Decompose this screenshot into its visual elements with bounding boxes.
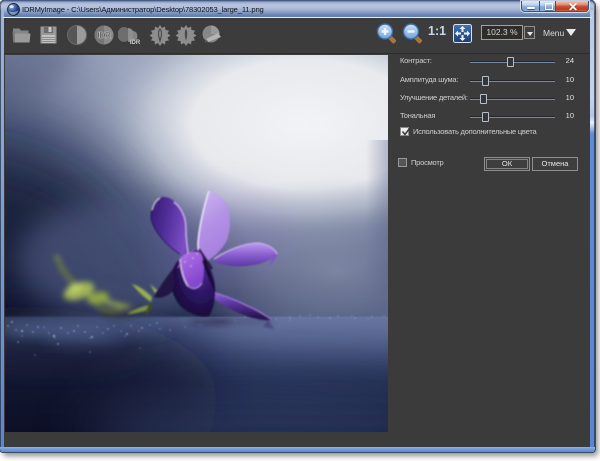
svg-text:IDR: IDR [97, 30, 111, 40]
svg-text:IDR: IDR [130, 40, 141, 46]
